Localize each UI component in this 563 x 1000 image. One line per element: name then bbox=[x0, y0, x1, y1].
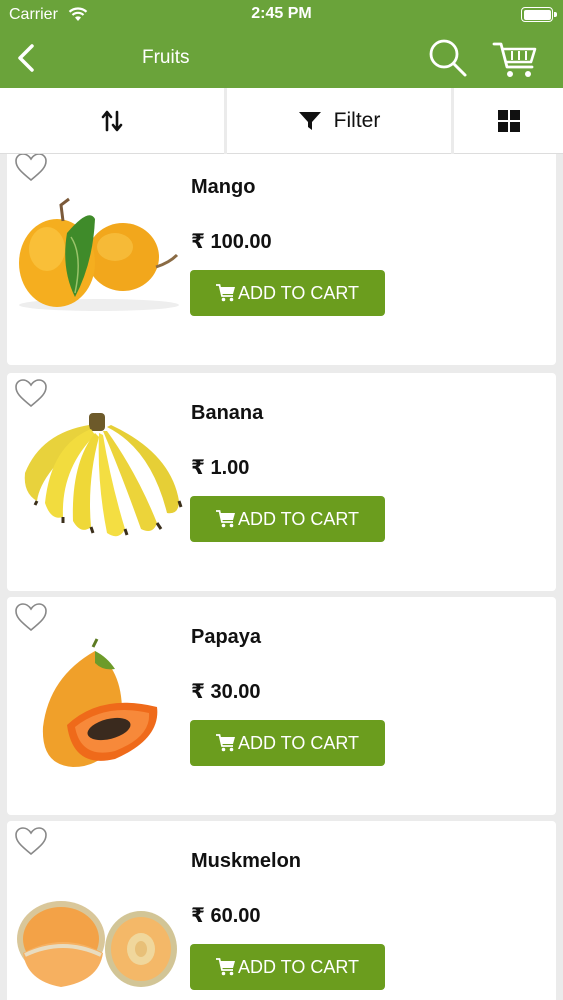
add-to-cart-label: ADD TO CART bbox=[237, 956, 360, 977]
nav-bar: Fruits bbox=[0, 30, 563, 88]
banana-image bbox=[24, 413, 183, 537]
filter-label: Filter bbox=[333, 109, 381, 132]
product-card-mango[interactable]: Mango ₹ 100.00 ADD TO CART bbox=[7, 154, 556, 365]
product-name: Papaya bbox=[191, 626, 262, 648]
product-list[interactable]: Mango ₹ 100.00 ADD TO CART Banana ₹ 1.00… bbox=[0, 154, 563, 1000]
mango-image bbox=[19, 197, 179, 311]
grid-icon bbox=[497, 110, 520, 132]
product-price: ₹ 60.00 bbox=[191, 905, 261, 927]
cart-icon bbox=[215, 284, 235, 302]
product-price: ₹ 100.00 bbox=[191, 231, 272, 253]
add-to-cart-button[interactable]: ADD TO CART bbox=[190, 496, 385, 542]
sort-button[interactable] bbox=[0, 88, 227, 154]
status-bar: Carrier 2:45 PM bbox=[0, 0, 563, 30]
product-price: ₹ 30.00 bbox=[191, 681, 261, 703]
add-to-cart-label: ADD TO CART bbox=[237, 282, 360, 303]
back-arrow-icon[interactable] bbox=[12, 42, 40, 74]
add-to-cart-button[interactable]: ADD TO CART bbox=[190, 944, 385, 990]
add-to-cart-label: ADD TO CART bbox=[237, 508, 360, 529]
product-card-banana[interactable]: Banana ₹ 1.00 ADD TO CART bbox=[7, 373, 556, 591]
product-name: Banana bbox=[191, 402, 264, 424]
cart-icon bbox=[215, 510, 235, 528]
add-to-cart-button[interactable]: ADD TO CART bbox=[190, 720, 385, 766]
papaya-image bbox=[42, 638, 158, 767]
battery-icon bbox=[521, 7, 557, 22]
product-card-muskmelon[interactable]: Muskmelon ₹ 60.00 ADD TO CART bbox=[7, 821, 556, 1000]
page-title: Fruits bbox=[142, 47, 190, 68]
clock: 2:45 PM bbox=[251, 5, 312, 22]
product-price: ₹ 1.00 bbox=[191, 457, 250, 479]
cart-icon bbox=[215, 734, 235, 752]
cart-icon[interactable] bbox=[492, 38, 538, 80]
add-to-cart-label: ADD TO CART bbox=[237, 732, 360, 753]
product-name: Mango bbox=[191, 176, 256, 198]
filter-icon bbox=[298, 112, 321, 130]
product-card-papaya[interactable]: Papaya ₹ 30.00 ADD TO CART bbox=[7, 597, 556, 815]
list-toolbar: Filter bbox=[0, 88, 563, 154]
filter-button[interactable]: Filter bbox=[227, 88, 454, 154]
sort-icon bbox=[101, 110, 123, 132]
add-to-cart-button[interactable]: ADD TO CART bbox=[190, 270, 385, 316]
cart-icon bbox=[215, 958, 235, 976]
grid-view-button[interactable] bbox=[454, 88, 563, 154]
muskmelon-image bbox=[17, 901, 177, 987]
product-name: Muskmelon bbox=[191, 850, 302, 872]
search-icon[interactable] bbox=[428, 38, 468, 78]
